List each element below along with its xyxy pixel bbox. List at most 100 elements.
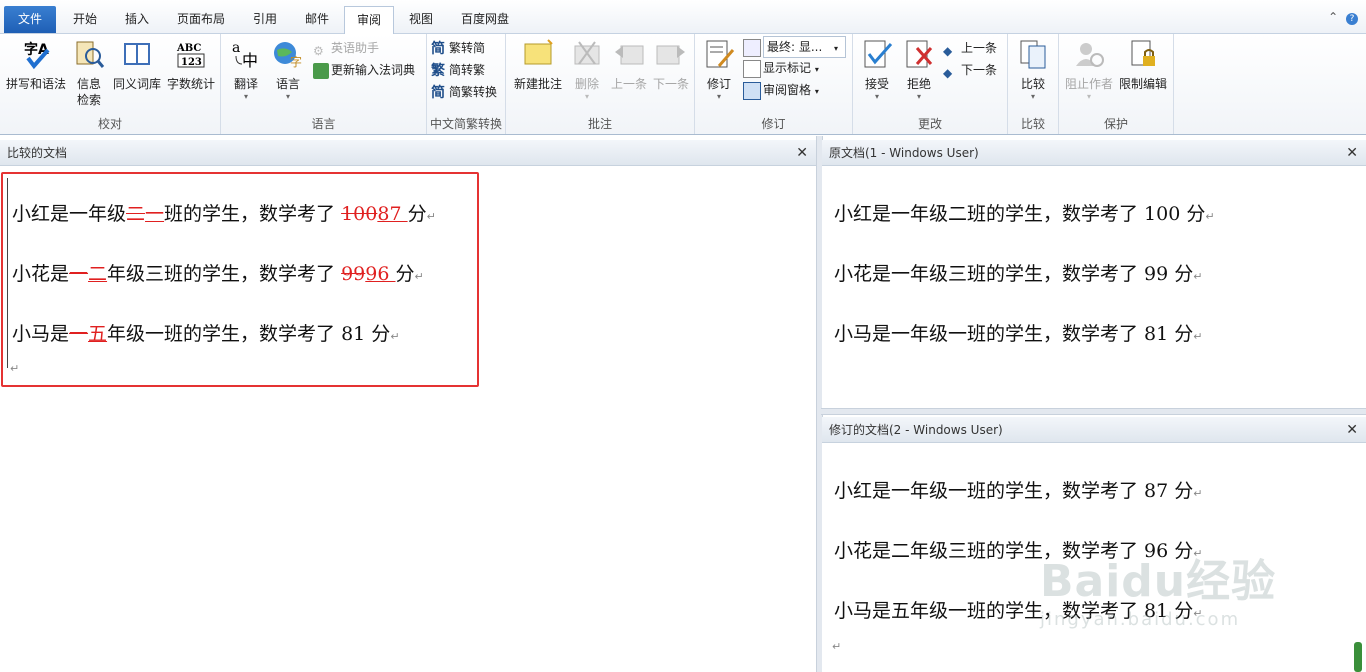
previous-change-icon: ◆	[943, 43, 953, 58]
compared-document-title: 比较的文档	[7, 146, 68, 160]
original-line-2: 小花是一年级三班的学生，数学考了 99 分↵	[834, 263, 1203, 285]
translate-icon: a中	[232, 40, 258, 70]
ribbon-controls: ⌃ ?	[1328, 10, 1358, 25]
show-markup-button[interactable]: 显示标记 ▾	[743, 58, 819, 78]
reviewing-pane-icon	[743, 81, 761, 100]
tab-view[interactable]: 视图	[398, 6, 444, 33]
spelling-grammar-button[interactable]: 字A 拼写和语法	[4, 38, 68, 92]
accept-button[interactable]: 接受 ▾	[857, 38, 897, 102]
previous-comment-icon	[615, 45, 644, 65]
block-authors-icon	[1076, 43, 1104, 67]
tab-references[interactable]: 引用	[242, 6, 288, 33]
display-review-icon	[743, 38, 761, 57]
group-label-language: 语言	[311, 117, 336, 131]
track-changes-icon	[706, 40, 735, 68]
chinese-convert-button[interactable]: 简简繁转换	[431, 82, 497, 102]
group-comments: 新建批注 删除 ▾ 上一条 下一条 批注	[506, 34, 695, 134]
new-comment-button[interactable]: 新建批注	[510, 38, 566, 92]
svg-text:字: 字	[290, 54, 302, 69]
group-tracking: 修订 ▾ 最终: 显... ▾ 显示标记 ▾ 审阅窗格 ▾ 修订	[695, 34, 853, 134]
minimize-ribbon-icon[interactable]: ⌃	[1328, 10, 1338, 24]
next-comment-button[interactable]: 下一条	[650, 38, 692, 92]
revised-document-header: 修订的文档(2 - Windows User) ✕	[822, 417, 1366, 443]
baidu-jingyan-watermark: Baidu经验 jingyan.baidu.com	[1040, 556, 1277, 630]
tab-file[interactable]: 文件	[4, 6, 56, 33]
word-count-button[interactable]: ABC 123 字数统计	[164, 38, 218, 92]
research-button[interactable]: 信息 检索	[70, 38, 108, 108]
ribbon-tab-bar: 文件 开始 插入 页面布局 引用 邮件 审阅 视图 百度网盘 ⌃ ?	[0, 0, 1366, 35]
close-icon[interactable]: ✕	[796, 140, 808, 166]
group-label-tracking: 修订	[761, 117, 786, 131]
simp-to-trad-icon: 繁	[431, 62, 445, 79]
compared-empty-paragraph: ↵	[10, 362, 20, 375]
pane-splitter-horizontal[interactable]	[821, 408, 1366, 415]
svg-text:123: 123	[181, 57, 202, 68]
next-change-icon: ◆	[943, 65, 953, 80]
chinese-convert-icon: 简	[431, 84, 445, 101]
language-globe-icon: 字	[274, 42, 302, 69]
thesaurus-icon	[124, 43, 150, 65]
spelling-icon: 字A	[24, 41, 50, 70]
english-assistant-icon: ⚙	[313, 43, 324, 58]
compared-line-1: 小红是一年级二一班的学生，数学考了 10087 分↵	[12, 203, 436, 225]
track-changes-button[interactable]: 修订 ▾	[699, 38, 739, 102]
group-label-protect: 保护	[1103, 117, 1128, 131]
reviewing-pane-button[interactable]: 审阅窗格 ▾	[743, 80, 819, 100]
group-label-proofing: 校对	[97, 117, 122, 131]
reject-button[interactable]: 拒绝 ▾	[899, 38, 939, 102]
update-ime-dictionary-button[interactable]: 更新输入法词典	[313, 60, 415, 80]
compare-icon	[1020, 40, 1046, 69]
group-proofing: 字A 拼写和语法 信息 检索 同义词库 ABC 123 字数统计 校对	[0, 34, 221, 134]
research-icon	[76, 41, 105, 68]
accept-icon	[864, 40, 893, 68]
revised-line-1: 小红是一年级一班的学生，数学考了 87 分↵	[834, 480, 1203, 502]
previous-comment-button[interactable]: 上一条	[608, 38, 650, 92]
trad-to-simp-button[interactable]: 简繁转简	[431, 38, 485, 58]
group-compare: 比较 ▾ 比较	[1008, 34, 1059, 134]
group-chinese-conversion: 简繁转简 繁简转繁 简简繁转换 中文简繁转换	[427, 34, 506, 134]
ribbon: 字A 拼写和语法 信息 检索 同义词库 ABC 123 字数统计 校对 a中 翻译…	[0, 34, 1366, 135]
delete-comment-button[interactable]: 删除 ▾	[568, 38, 606, 102]
language-button[interactable]: 字 语言 ▾	[269, 38, 307, 102]
thesaurus-button[interactable]: 同义词库	[110, 38, 164, 92]
compared-line-3: 小马是一五年级一班的学生，数学考了 81 分↵	[12, 323, 400, 345]
help-icon[interactable]: ?	[1346, 13, 1358, 25]
new-comment-icon	[524, 39, 553, 65]
close-icon[interactable]: ✕	[1346, 140, 1358, 166]
restrict-editing-button[interactable]: 限制编辑	[1117, 38, 1169, 92]
compared-line-2: 小花是一二年级三班的学生，数学考了 9996 分↵	[12, 263, 424, 285]
revision-bar	[7, 178, 8, 368]
group-changes: 接受 ▾ 拒绝 ▾ ◆ 上一条 ◆ 下一条 更改	[853, 34, 1008, 134]
simp-to-trad-button[interactable]: 繁简转繁	[431, 60, 485, 80]
original-line-1: 小红是一年级二班的学生，数学考了 100 分↵	[834, 203, 1215, 225]
tab-page-layout[interactable]: 页面布局	[166, 6, 236, 33]
translate-button[interactable]: a中 翻译 ▾	[225, 38, 267, 102]
trad-to-simp-icon: 简	[431, 40, 445, 57]
tab-review[interactable]: 审阅	[344, 6, 394, 35]
reject-icon	[906, 40, 933, 68]
original-line-3: 小马是一年级一班的学生，数学考了 81 分↵	[834, 323, 1203, 345]
group-label-chinese-conversion: 中文简繁转换	[429, 117, 502, 131]
block-authors-button[interactable]: 阻止作者 ▾	[1063, 38, 1115, 102]
tab-home[interactable]: 开始	[62, 6, 108, 33]
original-document-header: 原文档(1 - Windows User) ✕	[822, 140, 1366, 166]
compare-button[interactable]: 比较 ▾	[1012, 38, 1054, 102]
english-assistant-button[interactable]: ⚙ 英语助手	[313, 38, 379, 58]
revised-document-title: 修订的文档(2 - Windows User)	[829, 423, 1003, 437]
close-icon[interactable]: ✕	[1346, 417, 1358, 443]
tab-baidu-netdisk[interactable]: 百度网盘	[450, 6, 520, 33]
word-count-icon: ABC 123	[176, 43, 205, 68]
compared-document-header: 比较的文档 ✕	[0, 140, 816, 166]
display-for-review-dropdown[interactable]: 最终: 显... ▾	[743, 36, 846, 58]
restrict-editing-icon	[1131, 40, 1155, 66]
group-protect: 阻止作者 ▾ 限制编辑 保护	[1059, 34, 1174, 134]
update-dictionary-icon	[313, 62, 329, 79]
tab-insert[interactable]: 插入	[114, 6, 160, 33]
revised-empty-paragraph: ↵	[832, 640, 842, 653]
previous-change-button[interactable]: ◆ 上一条	[943, 38, 997, 58]
group-label-compare: 比较	[1020, 117, 1045, 131]
svg-text:ABC: ABC	[176, 43, 201, 54]
scrollbar-indicator[interactable]	[1354, 642, 1362, 672]
next-change-button[interactable]: ◆ 下一条	[943, 60, 997, 80]
tab-mailings[interactable]: 邮件	[294, 6, 340, 33]
